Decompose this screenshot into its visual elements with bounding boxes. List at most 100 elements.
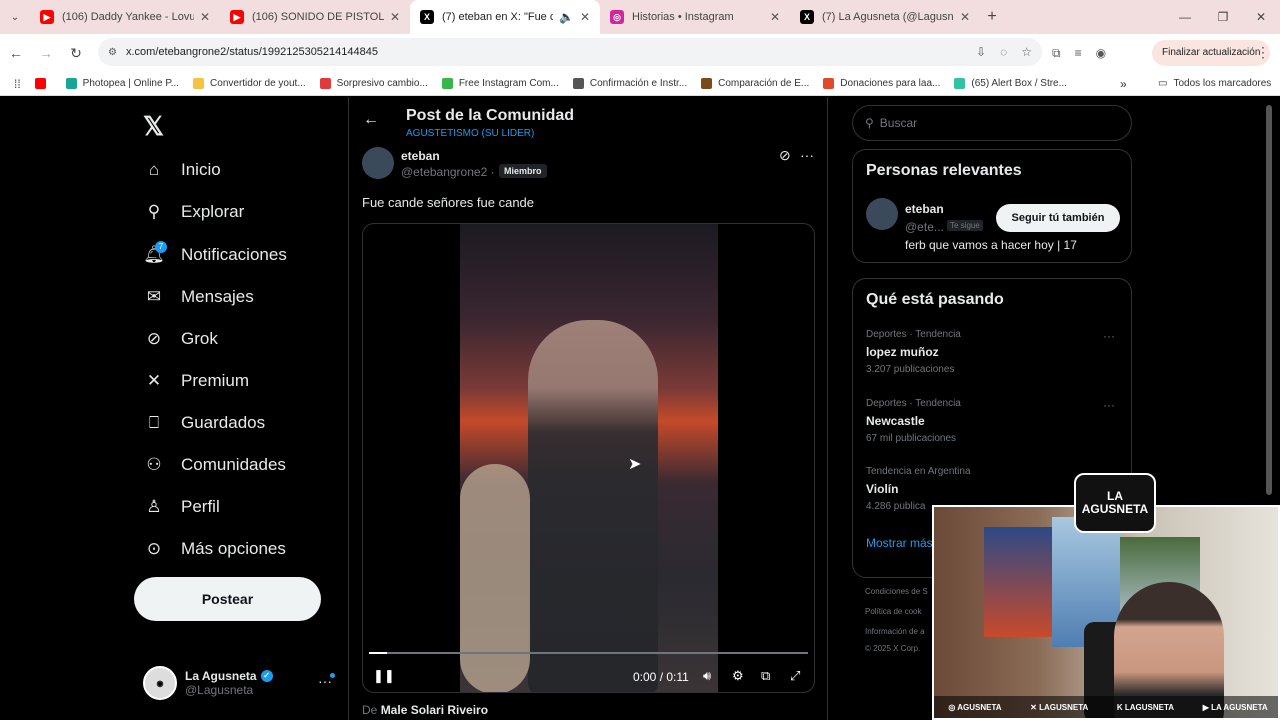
sidebar-item-guardados[interactable]: ⎕ Guardados [143, 412, 265, 434]
bookmark-item[interactable]: Photopea | Online P... [65, 78, 179, 89]
tab-search-icon[interactable]: ⌄ [0, 0, 30, 34]
search-icon: ⚲ [147, 202, 161, 221]
extensions-icon[interactable]: ⧉ [1052, 46, 1061, 61]
browser-tab[interactable]: X(7) La Agusneta (@Lagusneta) / X✕ [790, 0, 980, 34]
x-logo-icon: X [800, 10, 814, 24]
avatar[interactable] [362, 147, 394, 179]
trend-count: 67 mil publicaciones [866, 433, 957, 444]
close-tab-icon[interactable]: ✕ [770, 10, 780, 24]
x-icon: ✕ [146, 371, 162, 390]
update-button[interactable]: Finalizar actualización [1152, 40, 1271, 66]
grok-icon: ⊘ [146, 329, 162, 348]
all-bookmarks[interactable]: ▭ Todos los marcadores [1158, 78, 1271, 89]
sidebar-item-notificaciones[interactable]: 🔔︎ 7 Notificaciones [143, 241, 287, 266]
grok-icon[interactable]: ⊘ [779, 147, 791, 164]
relevant-handle[interactable]: @ete... [905, 220, 944, 234]
trend-name[interactable]: Violín [866, 482, 898, 496]
close-tab-icon[interactable]: ✕ [200, 10, 210, 24]
video-progress-bar[interactable] [369, 652, 808, 654]
account-switcher[interactable]: ◉ La Agusneta ✓ @Lagusneta [143, 663, 343, 703]
avatar[interactable] [866, 198, 898, 230]
back-icon[interactable]: ← [2, 45, 30, 61]
sidebar-item-inicio[interactable]: ⌂ Inicio [143, 159, 221, 181]
restore-icon[interactable]: ❐ [1204, 0, 1242, 34]
bookmark-favicon [193, 78, 205, 89]
footer-link[interactable]: Política de cook [865, 607, 921, 616]
close-tab-icon[interactable]: ✕ [580, 10, 590, 24]
minimize-icon[interactable]: — [1166, 0, 1204, 34]
more-icon[interactable]: ··· [800, 147, 814, 163]
byline-author[interactable]: Male Solari Riveiro [381, 703, 488, 717]
browser-tab[interactable]: ▶(106) SONIDO DE PISTOLA - Yo✕ [220, 0, 410, 34]
sidebar-item-comunidades[interactable]: ⚇ Comunidades [143, 454, 286, 476]
close-tab-icon[interactable]: ✕ [390, 10, 400, 24]
post-author-name[interactable]: eteban [401, 149, 440, 163]
sidebar-item-mensajes[interactable]: ✉ Mensajes [143, 286, 254, 308]
bookmark-item[interactable]: Comparación de E... [701, 78, 809, 89]
browser-tab[interactable]: ◎ Historias • Instagram ✕ [600, 0, 790, 34]
bookmark-item[interactable]: Free Instagram Com... [441, 78, 559, 89]
url-field[interactable]: ⚙ x.com/etebangrone2/status/199212530521… [98, 38, 1042, 66]
browser-tab-active[interactable]: X(7) eteban en X: "Fue cande🔈✕ [410, 0, 600, 34]
trend-more-icon[interactable]: ··· [1103, 329, 1115, 343]
close-tab-icon[interactable]: ✕ [960, 10, 970, 24]
video-frame [460, 224, 718, 692]
bookmark-item[interactable]: Convertidor de yout... [193, 78, 306, 89]
install-icon[interactable]: ⇩ [976, 45, 986, 59]
fullscreen-icon[interactable]: ⤢ [790, 668, 800, 684]
x-logo-icon[interactable]: 𝕏 [143, 111, 164, 142]
trend-more-icon[interactable]: ··· [1103, 398, 1115, 412]
bookmark-item[interactable]: Sorpresivo cambio... [319, 78, 428, 89]
post-text: Fue cande señores fue cande [362, 195, 535, 210]
bookmarks-bar: ⁞⁞ Photopea | Online P... Convertidor de… [0, 72, 1280, 96]
settings-icon[interactable]: ⚙ [732, 668, 744, 684]
sidebar-item-premium[interactable]: ✕ Premium [143, 370, 249, 392]
relevant-name[interactable]: eteban [905, 202, 944, 216]
follow-back-button[interactable]: Seguir tú también [996, 204, 1120, 232]
back-arrow-icon[interactable]: ← [363, 111, 379, 129]
site-info-icon[interactable]: ⚙ [108, 47, 117, 58]
pip-icon[interactable]: ⧉ [761, 668, 770, 684]
volume-icon[interactable]: 🔊︎ [703, 668, 711, 684]
browser-tab[interactable]: ▶(106) Daddy Yankee - Lovumba✕ [30, 0, 220, 34]
apps-icon[interactable]: ⁞⁞ [14, 77, 21, 91]
forward-icon[interactable]: → [32, 45, 60, 61]
star-icon[interactable]: ☆ [1021, 45, 1032, 59]
post-author-handle[interactable]: @etebangrone2 · [401, 165, 495, 179]
sidebar-item-mas-opciones[interactable]: ⊙ Más opciones [143, 538, 286, 560]
footer-link[interactable]: Condiciones de S [865, 587, 928, 596]
poster [984, 527, 1054, 637]
media-icon[interactable]: ≡ [1075, 46, 1082, 60]
video-player[interactable]: ➤ ❚❚ 0:00 / 0:11 🔊︎ ⚙ ⧉ ⤢ [362, 223, 815, 693]
trend-name[interactable]: lopez muñoz [866, 345, 939, 359]
sidebar-item-grok[interactable]: ⊘ Grok [143, 328, 218, 350]
scrollbar[interactable] [1266, 105, 1272, 495]
bookmark-item[interactable]: Donaciones para laa... [823, 78, 940, 89]
sidebar-item-perfil[interactable]: ♙ Perfil [143, 496, 219, 518]
kick-handle: K LAGUSNETA [1116, 702, 1175, 712]
post-button[interactable]: Postear [134, 577, 321, 621]
footer-link[interactable]: Información de a [865, 627, 925, 636]
browser-menu-icon[interactable]: ⋮ [1256, 44, 1270, 61]
window-controls: — ❐ ✕ [1166, 0, 1280, 34]
community-name[interactable]: AGUSTETISMO (SU LIDER) [406, 128, 534, 139]
bookmark-item[interactable] [34, 78, 52, 89]
bookmark-item[interactable]: (65) Alert Box / Stre... [954, 78, 1067, 89]
show-more-link[interactable]: Mostrar más [866, 536, 933, 550]
new-tab-icon[interactable]: + [980, 8, 1004, 26]
sidebar-item-explorar[interactable]: ⚲ Explorar [143, 201, 245, 223]
reload-icon[interactable]: ↻ [62, 45, 90, 62]
bookmark-favicon [701, 78, 713, 89]
mouse-cursor-icon: ➤ [628, 456, 642, 473]
trend-name[interactable]: Newcastle [866, 414, 925, 428]
speaker-icon[interactable]: 🔈 [559, 10, 574, 24]
more-bookmarks-icon[interactable]: » [1120, 77, 1127, 91]
pause-icon[interactable]: ❚❚ [373, 668, 395, 684]
bookmark-item[interactable]: Confirmación e Instr... [572, 78, 687, 89]
eye-off-icon[interactable]: ◌ [1000, 45, 1007, 59]
search-input[interactable]: ⚲ Buscar [852, 105, 1132, 141]
webcam-overlay: ◎ AGUSNETA ✕ LAGUSNETA K LAGUSNETA ▶ LA … [932, 505, 1280, 720]
close-window-icon[interactable]: ✕ [1242, 0, 1280, 34]
profile-icon[interactable]: ◉ [1096, 46, 1106, 60]
unread-dot [330, 673, 335, 678]
